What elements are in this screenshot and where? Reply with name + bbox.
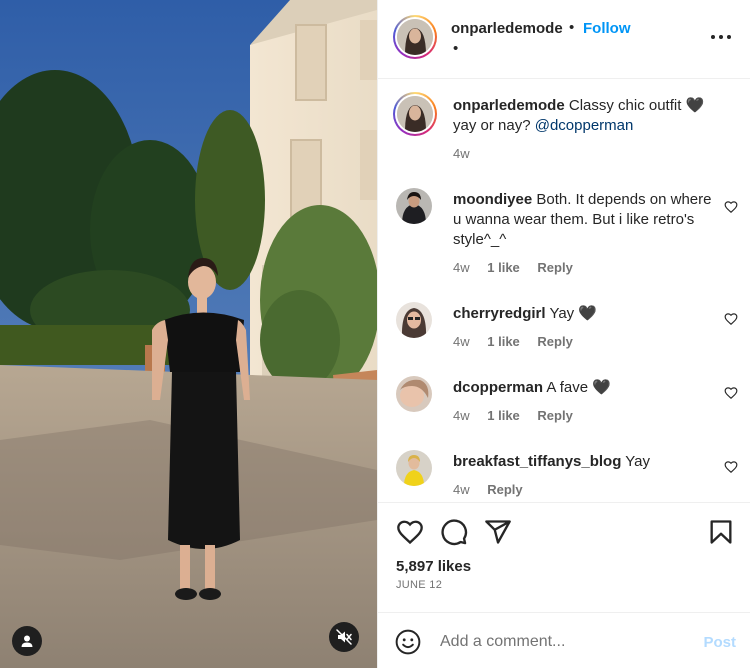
comment-username[interactable]: breakfast_tiffanys_blog bbox=[453, 453, 621, 470]
author-avatar-image bbox=[397, 19, 433, 55]
caption-age[interactable]: 4w bbox=[453, 146, 470, 161]
post-header: onparledemode • Follow • bbox=[378, 0, 750, 79]
comment-meta: 4w 1 like Reply bbox=[453, 408, 587, 423]
comment-item: cherryredgirl Yay 🖤 4w 1 like Reply bbox=[378, 300, 750, 360]
comment-username[interactable]: dcopperman bbox=[453, 379, 543, 396]
comment-heart-icon[interactable] bbox=[724, 200, 738, 214]
reply-button[interactable]: Reply bbox=[537, 260, 572, 275]
caption-avatar-image bbox=[397, 96, 433, 132]
comment-meta: 4w 1 like Reply bbox=[453, 334, 587, 349]
post-photo bbox=[0, 0, 377, 668]
comment-text: cherryredgirl Yay 🖤 bbox=[453, 304, 723, 324]
more-options-icon[interactable] bbox=[709, 27, 733, 47]
commenter-avatar-image bbox=[396, 450, 432, 486]
user-tag-icon bbox=[21, 635, 33, 647]
muted-speaker-icon bbox=[336, 629, 352, 645]
comment-body: Yay 🖤 bbox=[545, 305, 598, 322]
emoji-icon[interactable] bbox=[395, 629, 421, 655]
reply-button[interactable]: Reply bbox=[487, 482, 522, 497]
commenter-avatar[interactable] bbox=[396, 450, 432, 486]
comment-text: breakfast_tiffanys_blog Yay bbox=[453, 452, 723, 472]
send-icon[interactable] bbox=[484, 518, 512, 546]
comment-username[interactable]: moondiyee bbox=[453, 191, 532, 208]
comment-heart-icon[interactable] bbox=[724, 312, 738, 326]
comment-meta: 4w Reply bbox=[453, 482, 537, 497]
user-tag-button[interactable] bbox=[12, 626, 42, 656]
commenter-avatar[interactable] bbox=[396, 376, 432, 412]
comment-username[interactable]: cherryredgirl bbox=[453, 305, 546, 322]
post-comment-button[interactable]: Post bbox=[703, 634, 736, 651]
commenter-avatar[interactable] bbox=[396, 302, 432, 338]
heart-icon[interactable] bbox=[396, 518, 424, 546]
post-date[interactable]: JUNE 12 bbox=[396, 579, 442, 591]
caption-meta: 4w bbox=[453, 146, 484, 161]
reply-button[interactable]: Reply bbox=[537, 334, 572, 349]
comment-heart-icon[interactable] bbox=[724, 386, 738, 400]
follow-button[interactable]: Follow bbox=[583, 20, 631, 37]
comment-body: Yay bbox=[621, 453, 651, 470]
commenter-avatar-image bbox=[396, 376, 432, 412]
author-username[interactable]: onparledemode bbox=[451, 20, 563, 37]
caption-mention[interactable]: @dcopperman bbox=[535, 117, 634, 134]
likes-count[interactable]: 5,897 likes bbox=[396, 558, 471, 575]
comment-age[interactable]: 4w bbox=[453, 260, 470, 275]
comment-item: dcopperman A fave 🖤 4w 1 like Reply bbox=[378, 374, 750, 434]
comment-meta: 4w 1 like Reply bbox=[453, 260, 587, 275]
caption-text: onparledemode Classy chic outfit 🖤 yay o… bbox=[453, 96, 723, 136]
mute-toggle-button[interactable] bbox=[329, 622, 359, 652]
comment-text: dcopperman A fave 🖤 bbox=[453, 378, 723, 398]
comment-heart-icon[interactable] bbox=[724, 460, 738, 474]
comment-text: moondiyee Both. It depends on where u wa… bbox=[453, 190, 723, 250]
comment-item: moondiyee Both. It depends on where u wa… bbox=[378, 184, 750, 279]
commenter-avatar-image bbox=[396, 188, 432, 224]
commenter-avatar[interactable] bbox=[396, 188, 432, 224]
header-subtext: • bbox=[453, 40, 459, 57]
post-actions: 5,897 likes JUNE 12 bbox=[378, 502, 750, 612]
post-caption: onparledemode Classy chic outfit 🖤 yay o… bbox=[378, 80, 750, 180]
comment-composer: Post bbox=[378, 612, 750, 668]
comment-likes[interactable]: 1 like bbox=[487, 334, 520, 349]
comment-age[interactable]: 4w bbox=[453, 408, 470, 423]
header-separator: • bbox=[569, 19, 575, 36]
reply-button[interactable]: Reply bbox=[537, 408, 572, 423]
comment-body: A fave 🖤 bbox=[543, 379, 611, 396]
commenter-avatar-image bbox=[396, 302, 432, 338]
caption-username[interactable]: onparledemode bbox=[453, 97, 565, 114]
comment-input[interactable] bbox=[440, 629, 690, 655]
comment-age[interactable]: 4w bbox=[453, 334, 470, 349]
comment-icon[interactable] bbox=[440, 518, 468, 546]
post-media[interactable] bbox=[0, 0, 377, 668]
comment-likes[interactable]: 1 like bbox=[487, 260, 520, 275]
bookmark-icon[interactable] bbox=[707, 518, 735, 546]
caption-avatar[interactable] bbox=[393, 92, 437, 136]
comment-likes[interactable]: 1 like bbox=[487, 408, 520, 423]
comment-age[interactable]: 4w bbox=[453, 482, 470, 497]
author-avatar[interactable] bbox=[393, 15, 437, 59]
post-side-panel: onparledemode • Follow • onparledemode C… bbox=[377, 0, 750, 668]
comments-list[interactable]: onparledemode Classy chic outfit 🖤 yay o… bbox=[378, 80, 750, 502]
comment-item: breakfast_tiffanys_blog Yay 4w Reply bbox=[378, 448, 750, 502]
